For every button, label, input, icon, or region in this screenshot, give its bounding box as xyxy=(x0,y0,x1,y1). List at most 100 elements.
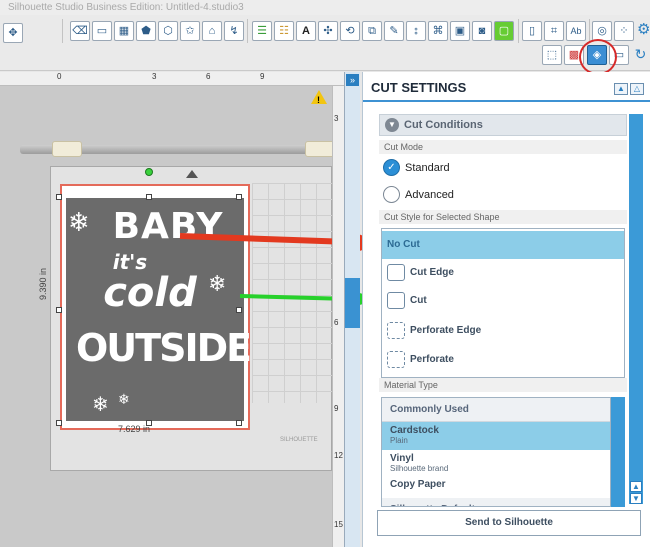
selection-handle[interactable] xyxy=(56,194,62,200)
pen-icon[interactable]: ✎ xyxy=(384,21,404,41)
material-sub: Plain xyxy=(390,436,408,445)
material-item[interactable]: Vinyl Silhouette brand xyxy=(382,450,610,478)
page-icon[interactable]: ▯ xyxy=(522,21,542,41)
window-title: Silhouette Studio Business Edition: Unti… xyxy=(0,0,650,15)
material-sub: Silhouette brand xyxy=(390,464,449,473)
cut-style-cut-edge[interactable]: Cut Edge xyxy=(382,259,624,287)
material-item[interactable]: Cardstock Plain xyxy=(382,422,610,450)
feed-direction-icon xyxy=(186,170,198,178)
cut-style-no-cut[interactable]: No Cut xyxy=(382,231,624,259)
radio-label: Standard xyxy=(405,162,450,174)
cut-mode-label: Cut Mode xyxy=(379,140,627,154)
brand-label: SILHOUETTE xyxy=(280,437,318,443)
shape-icon[interactable]: ⌂ xyxy=(202,21,222,41)
selection-handle[interactable] xyxy=(236,194,242,200)
rectangle-icon[interactable]: ▭ xyxy=(92,21,112,41)
chevron-down-icon: ▼ xyxy=(385,118,399,132)
panel-scrollbar[interactable] xyxy=(629,114,643,504)
radio-standard[interactable]: ✓ Standard xyxy=(383,158,450,178)
scroll-down-icon[interactable]: ▼ xyxy=(630,493,642,504)
width-dimension: 7.629 in xyxy=(118,424,151,434)
title-underline xyxy=(363,100,650,102)
fill-color-icon[interactable]: ☷ xyxy=(274,21,294,41)
ruler-tick-label: 0 xyxy=(57,72,62,81)
ruler-tick-label: 9 xyxy=(334,404,339,413)
material-scrollbar[interactable] xyxy=(611,397,625,507)
pan-icon[interactable]: ✥ xyxy=(3,23,23,43)
trace-icon[interactable]: ⌘ xyxy=(428,21,448,41)
cut-conditions-header[interactable]: ▼ Cut Conditions xyxy=(379,114,627,136)
highlight-circle xyxy=(579,39,617,75)
materials-header[interactable]: Commonly Used xyxy=(382,398,610,422)
expand-up-icon[interactable]: △ xyxy=(630,83,644,95)
top-ruler: 0 3 6 9 xyxy=(0,72,344,86)
text-icon[interactable]: A xyxy=(296,21,316,41)
text-style-icon[interactable]: Ab xyxy=(566,21,586,41)
line-color-icon[interactable]: ☰ xyxy=(252,21,272,41)
selection-handle[interactable] xyxy=(236,420,242,426)
toolbar-divider xyxy=(518,19,519,43)
material-list: Commonly Used Cardstock Plain Vinyl Silh… xyxy=(381,397,611,507)
vertical-scrollbar-thumb[interactable] xyxy=(345,278,360,328)
send-to-silhouette-button[interactable]: Send to Silhouette xyxy=(377,510,641,536)
selection-handle[interactable] xyxy=(56,307,62,313)
selection-handle[interactable] xyxy=(146,194,152,200)
grid-icon[interactable]: ▦ xyxy=(114,21,134,41)
toolbar-divider xyxy=(247,19,248,43)
ruler-tick-label: 15 xyxy=(334,520,343,529)
eraser-icon[interactable]: ⌫ xyxy=(70,21,90,41)
radio-label: Advanced xyxy=(405,189,454,201)
style-label: Cut Edge xyxy=(410,267,454,278)
ruler-tick-label: 3 xyxy=(334,114,339,123)
ruler-tick-label: 6 xyxy=(206,72,211,81)
settings-icon[interactable]: ⚙ xyxy=(637,21,650,41)
toolbar: ✥ ⌫ ▭ ▦ ⬟ ⬡ ✩ ⌂ ↯ ☰ ☷ A ✣ ⟲ ⧉ ✎ ⦂ ⌘ ▣ ◙ … xyxy=(0,15,650,71)
scroll-arrows: ▲ ▼ xyxy=(630,480,644,504)
collapse-up-icon[interactable]: ▲ xyxy=(614,83,628,95)
panel-title: CUT SETTINGS xyxy=(371,80,467,95)
offset-icon[interactable]: ⧉ xyxy=(362,21,382,41)
ruler-tick-label: 9 xyxy=(260,72,265,81)
weld-icon[interactable]: ✣ xyxy=(318,21,338,41)
rotate-icon[interactable]: ⟲ xyxy=(340,21,360,41)
section-title: Cut Conditions xyxy=(404,119,483,131)
crop-marks-icon[interactable]: ⌗ xyxy=(544,21,564,41)
collapse-panel-icon[interactable]: » xyxy=(346,74,359,86)
dots-icon[interactable]: ⁘ xyxy=(614,21,634,41)
crop-icon[interactable]: ▢ xyxy=(494,21,514,41)
style-label: Cut xyxy=(410,295,427,306)
cut-settings-panel: CUT SETTINGS ▲ △ ▼ Cut Conditions Cut Mod… xyxy=(362,72,650,547)
pentagon-icon[interactable]: ⬟ xyxy=(136,21,156,41)
send-panel-icon[interactable]: ⬚ xyxy=(542,45,562,65)
height-dimension: 9.390 in xyxy=(38,267,48,300)
arrow-icon[interactable]: ↯ xyxy=(224,21,244,41)
selection-handle[interactable] xyxy=(56,420,62,426)
style-label: No Cut xyxy=(387,239,420,250)
scroll-up-icon[interactable]: ▲ xyxy=(630,481,642,492)
fill-icon[interactable]: ◙ xyxy=(472,21,492,41)
style-label: Perforate Edge xyxy=(410,325,482,336)
image-icon[interactable]: ▣ xyxy=(450,21,470,41)
material-name: Vinyl xyxy=(390,453,414,464)
warning-glyph: ! xyxy=(317,95,320,105)
radio-advanced[interactable]: Advanced xyxy=(383,185,454,205)
knife-icon[interactable]: ⦂ xyxy=(406,21,426,41)
spiral-icon[interactable]: ◎ xyxy=(592,21,612,41)
refresh-icon[interactable]: ↻ xyxy=(631,45,650,65)
checkmark-icon: ✓ xyxy=(383,159,400,176)
cut-style-perforate-edge[interactable]: Perforate Edge xyxy=(382,317,624,345)
cut-style-perforate[interactable]: Perforate xyxy=(382,346,624,374)
materials-subheader[interactable]: Silhouette Defaults xyxy=(382,498,610,506)
roller-knob xyxy=(52,141,82,157)
rotate-handle[interactable] xyxy=(145,168,153,176)
cut-style-cut[interactable]: Cut xyxy=(382,287,624,315)
panel-collapse-strip[interactable]: » xyxy=(344,72,360,547)
material-type-label: Material Type xyxy=(379,378,627,392)
polygon-icon[interactable]: ⬡ xyxy=(158,21,178,41)
cut-icon xyxy=(387,292,405,309)
perforate-icon xyxy=(387,351,405,368)
ruler-tick-label: 12 xyxy=(334,451,343,460)
star-icon[interactable]: ✩ xyxy=(180,21,200,41)
material-name: Cardstock xyxy=(390,425,439,436)
roller-knob xyxy=(305,141,335,157)
